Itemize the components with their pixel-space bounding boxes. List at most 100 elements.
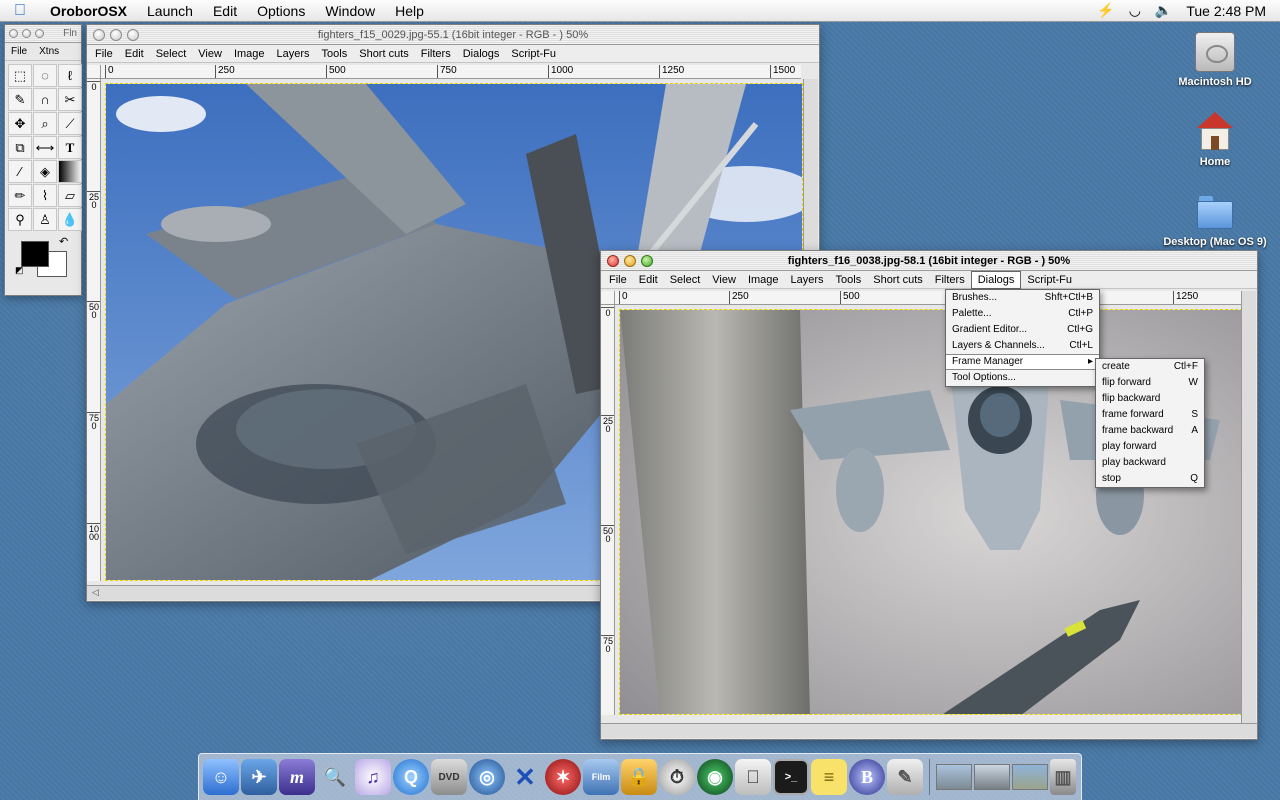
eraser-icon[interactable]: ▱ (58, 184, 82, 207)
menu-item-frame-manager[interactable]: Frame Manager ▸ (946, 354, 1099, 370)
menu-item-flip-backward[interactable]: flip backward (1096, 391, 1204, 407)
window-titlebar[interactable]: fighters_f16_0038.jpg-58.1 (16bit intege… (601, 251, 1257, 271)
lasso-icon[interactable]: ℓ (58, 64, 82, 87)
apple-menu-icon[interactable]:  (0, 2, 40, 20)
terminal-icon[interactable]: >_ (773, 759, 809, 795)
minimized-window-1[interactable] (936, 764, 972, 790)
wifi-icon[interactable]: ◡ (1129, 2, 1141, 19)
minimize-icon[interactable] (22, 29, 31, 38)
gradient-icon[interactable] (58, 160, 82, 183)
radar-icon[interactable]: ◉ (697, 759, 733, 795)
mac-icon[interactable]:  (735, 759, 771, 795)
bezier-icon[interactable]: ∩ (33, 88, 57, 111)
clock[interactable]: Tue 2:48 PM (1186, 3, 1266, 19)
menu-select[interactable]: Select (150, 45, 193, 63)
menu-script-fu[interactable]: Script-Fu (505, 45, 562, 63)
menu-file[interactable]: File (89, 45, 119, 63)
menu-item-play-forward[interactable]: play forward (1096, 439, 1204, 455)
minimize-icon[interactable] (110, 28, 122, 41)
bbedit-icon[interactable]: B (849, 759, 885, 795)
flip-icon[interactable]: ⟷ (33, 136, 57, 159)
menu-view[interactable]: View (706, 271, 742, 289)
menu-item-stop[interactable]: stop Q (1096, 471, 1204, 487)
itunes-icon[interactable]: ♫ (355, 759, 391, 795)
pencil-app-icon[interactable]: ✎ (887, 759, 923, 795)
menu-item-flip-forward[interactable]: flip forward W (1096, 375, 1204, 391)
menu-launch[interactable]: Launch (137, 0, 203, 22)
menu-item-tool-options[interactable]: Tool Options... (946, 370, 1099, 386)
menu-filters[interactable]: Filters (929, 271, 971, 289)
keychain-icon[interactable]: 🔒 (621, 759, 657, 795)
paintbrush-icon[interactable]: ⌇ (33, 184, 57, 207)
minimized-window-3[interactable] (1012, 764, 1048, 790)
menu-dialogs[interactable]: Dialogs (457, 45, 506, 63)
dvd-player-icon[interactable]: DVD (431, 759, 467, 795)
film-gimp-icon[interactable]: Film (583, 759, 619, 795)
window-titlebar[interactable]: fighters_f15_0029.jpg-55.1 (16bit intege… (87, 25, 819, 45)
scroll-left-icon[interactable]: ◁ (89, 586, 102, 599)
scissors-icon[interactable]: ✂ (58, 88, 82, 111)
menu-help[interactable]: Help (385, 0, 434, 22)
toolbox-menu-file[interactable]: File (5, 46, 33, 57)
menu-item-gradient-editor[interactable]: Gradient Editor... Ctl+G (946, 322, 1099, 338)
desktop-icon-macintosh-hd[interactable]: Macintosh HD (1160, 32, 1270, 88)
trash-icon[interactable]: ▥ (1050, 759, 1076, 795)
toolbox-menu-xtns[interactable]: Xtns (33, 46, 65, 57)
menu-item-frame-backward[interactable]: frame backward A (1096, 423, 1204, 439)
vertical-scrollbar[interactable] (1241, 291, 1256, 723)
quicktime-icon[interactable]: Q (393, 759, 429, 795)
horizontal-scrollbar[interactable] (601, 723, 1257, 738)
clone-icon[interactable]: ♙ (33, 208, 57, 231)
quake-icon[interactable]: ✶ (545, 759, 581, 795)
menu-script-fu[interactable]: Script-Fu (1021, 271, 1078, 289)
menu-options[interactable]: Options (247, 0, 315, 22)
ruler-corner[interactable] (601, 291, 615, 305)
zoom-icon[interactable] (127, 28, 139, 41)
menu-view[interactable]: View (192, 45, 228, 63)
menu-item-frame-forward[interactable]: frame forward S (1096, 407, 1204, 423)
menu-image[interactable]: Image (742, 271, 785, 289)
minimized-window-2[interactable] (974, 764, 1010, 790)
menu-edit[interactable]: Edit (203, 0, 247, 22)
volume-icon[interactable]: 🔈 (1155, 2, 1172, 19)
crop-icon[interactable]: ⟋ (58, 112, 82, 135)
power-icon[interactable]: ⚡ (1097, 2, 1114, 19)
app-menu[interactable]: OroborOSX (40, 0, 137, 22)
bucket-fill-icon[interactable]: ◈ (33, 160, 57, 183)
menu-short-cuts[interactable]: Short cuts (353, 45, 415, 63)
zoom-icon[interactable] (35, 29, 44, 38)
text-icon[interactable]: T (58, 136, 82, 159)
foreground-color[interactable] (21, 241, 49, 267)
swap-colors-icon[interactable]: ↶ (59, 235, 68, 248)
preview-icon[interactable]: ✈ (241, 759, 277, 795)
rect-select-icon[interactable]: ⬚ (8, 64, 32, 87)
ruler-corner[interactable] (87, 65, 101, 79)
menu-short-cuts[interactable]: Short cuts (867, 271, 929, 289)
menu-item-layers-channels[interactable]: Layers & Channels... Ctl+L (946, 338, 1099, 354)
close-icon[interactable] (9, 29, 18, 38)
menu-select[interactable]: Select (664, 271, 707, 289)
menu-layers[interactable]: Layers (271, 45, 316, 63)
menu-item-play-backward[interactable]: play backward (1096, 455, 1204, 471)
menu-image[interactable]: Image (228, 45, 271, 63)
menu-tools[interactable]: Tools (316, 45, 354, 63)
x11-icon[interactable]: ✕ (507, 759, 543, 795)
desktop-icon-home[interactable]: Home (1160, 112, 1270, 168)
close-icon[interactable] (607, 254, 619, 267)
magnify-icon[interactable]: ⌕ (33, 112, 57, 135)
network-icon[interactable]: ◎ (469, 759, 505, 795)
finder-icon[interactable]: ☺ (203, 759, 239, 795)
pencil-icon[interactable]: ✏ (8, 184, 32, 207)
menu-edit[interactable]: Edit (119, 45, 150, 63)
ellipse-select-icon[interactable]: ◌ (33, 64, 57, 87)
smudge-icon[interactable]: 💧 (58, 208, 82, 231)
transform-icon[interactable]: ⧉ (8, 136, 32, 159)
zoom-icon[interactable] (641, 254, 653, 267)
toolbox-titlebar[interactable]: Fln (5, 25, 81, 43)
menu-layers[interactable]: Layers (785, 271, 830, 289)
mozilla-icon[interactable]: m (279, 759, 315, 795)
menu-dialogs[interactable]: Dialogs (970, 270, 1022, 289)
menu-item-brushes[interactable]: Brushes... Shft+Ctl+B (946, 290, 1099, 306)
magic-wand-icon[interactable]: ✎ (8, 88, 32, 111)
color-picker-icon[interactable]: ⁄ (8, 160, 32, 183)
